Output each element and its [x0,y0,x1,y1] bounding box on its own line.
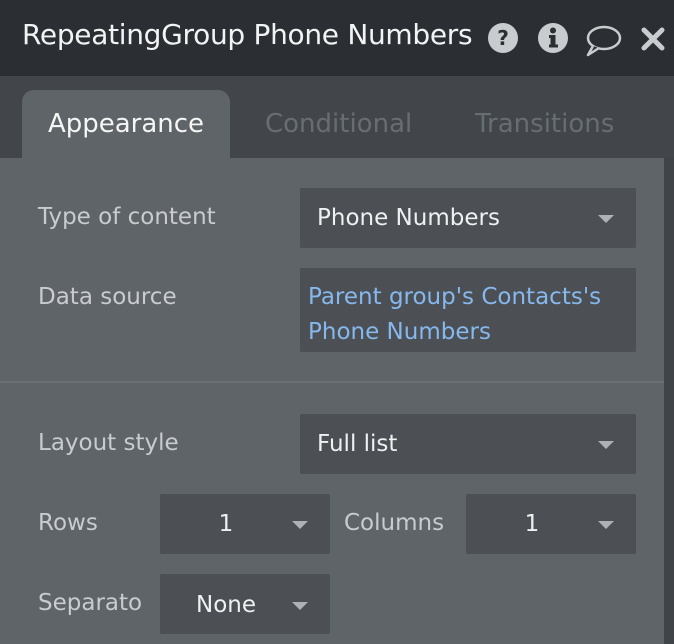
type-of-content-value: Phone Numbers [317,205,500,231]
columns-label: Columns [344,510,445,536]
rows-value: 1 [218,511,234,537]
svg-text:?: ? [497,26,509,50]
type-of-content-label: Type of content [38,204,216,230]
close-icon[interactable] [640,26,666,56]
chevron-down-icon [292,602,308,610]
rows-label: Rows [38,510,98,536]
help-icon[interactable]: ? [487,22,519,58]
info-icon[interactable] [537,22,569,58]
data-source-value[interactable]: Parent group's Contacts's Phone Numbers [308,280,628,350]
tab-conditional[interactable]: Conditional [265,90,412,158]
chevron-down-icon [292,521,308,529]
panel-title: RepeatingGroup Phone Numbers [22,18,473,51]
type-of-content-dropdown[interactable]: Phone Numbers [300,188,636,248]
data-source-line-2: Phone Numbers [308,319,491,345]
chevron-down-icon [598,215,614,223]
tab-bar: Appearance Conditional Transitions [0,76,674,158]
tab-transitions[interactable]: Transitions [475,90,614,158]
comment-icon[interactable] [584,24,622,62]
section-divider [0,381,664,383]
title-bar: RepeatingGroup Phone Numbers ? [0,0,674,76]
rows-dropdown[interactable]: 1 [160,494,330,554]
columns-value: 1 [524,511,540,537]
separator-dropdown[interactable]: None [160,574,330,634]
data-source-line-1: Parent group's Contacts's [308,284,602,310]
layout-style-label: Layout style [38,430,179,456]
separator-value: None [195,592,256,618]
separator-label: Separato [38,590,143,616]
layout-style-value: Full list [317,431,398,457]
chevron-down-icon [598,441,614,449]
tab-appearance[interactable]: Appearance [22,90,230,158]
chevron-down-icon [598,521,614,529]
columns-dropdown[interactable]: 1 [466,494,636,554]
data-source-label: Data source [38,284,177,310]
layout-style-dropdown[interactable]: Full list [300,414,636,474]
panel-edge [664,158,674,644]
